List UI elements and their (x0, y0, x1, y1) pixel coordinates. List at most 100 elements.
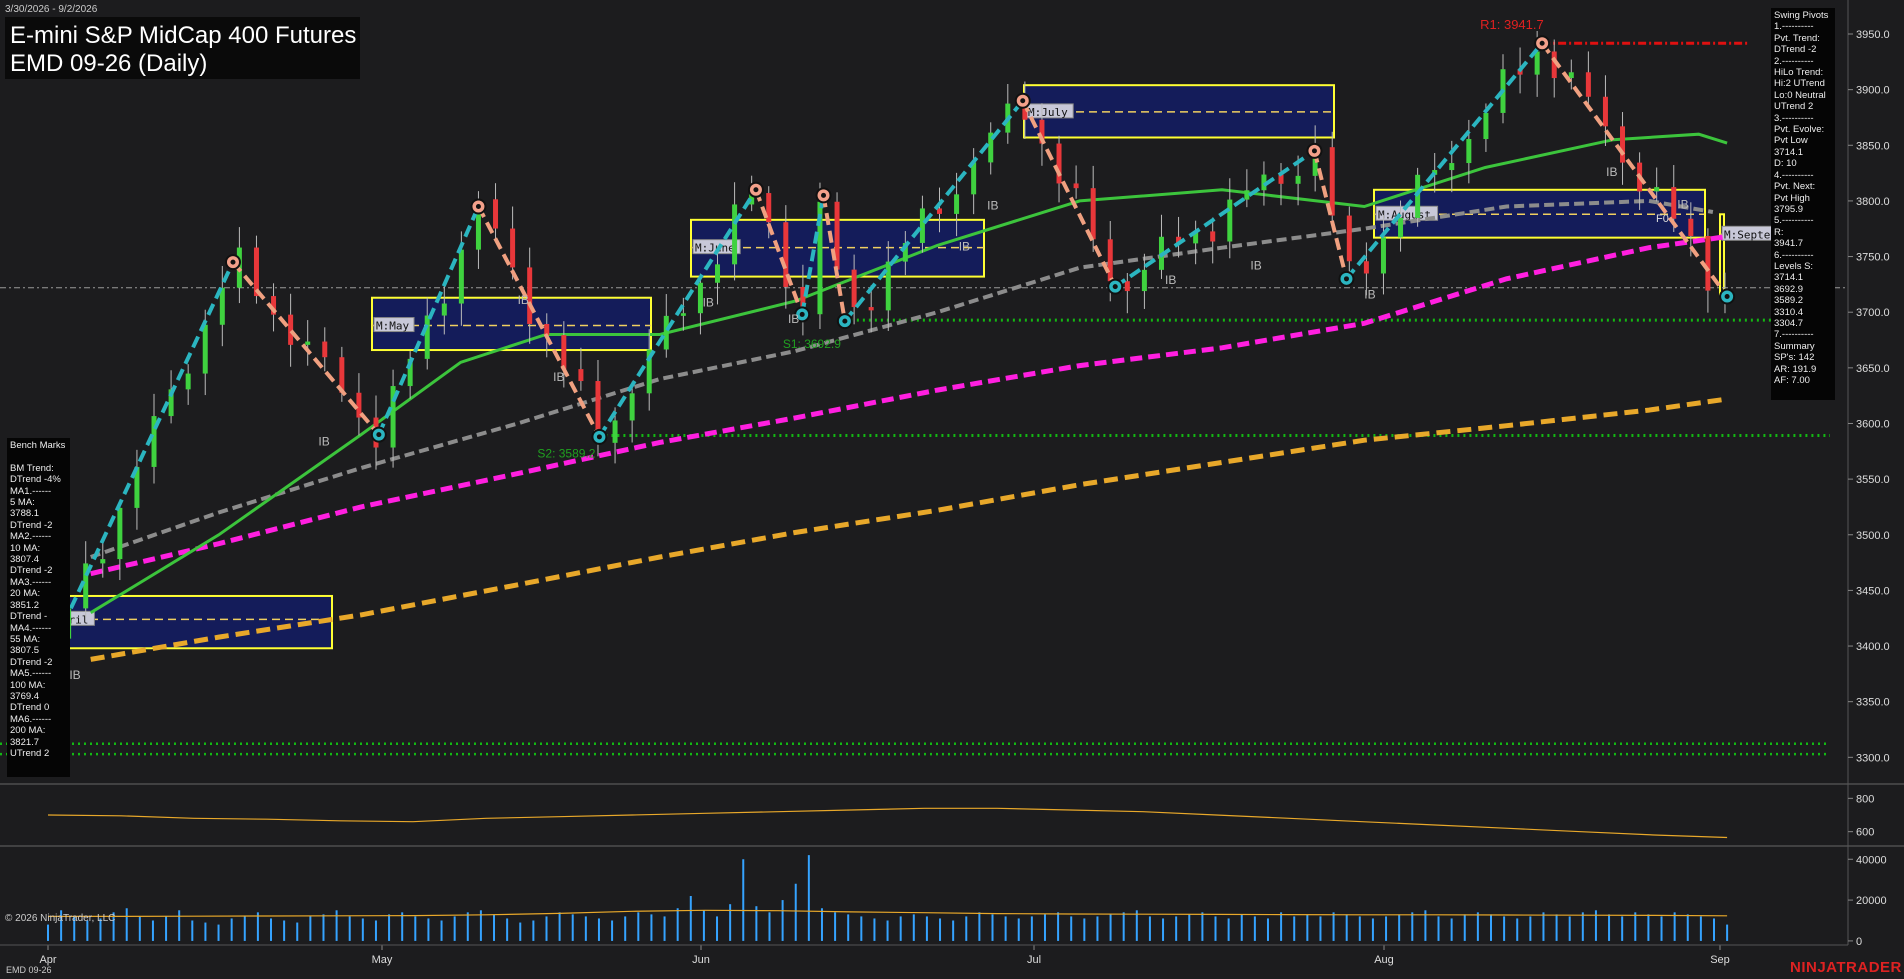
candle-body (100, 559, 106, 564)
candle-body (1449, 163, 1455, 171)
label-ib: IB (1165, 273, 1176, 287)
swing-pivot-dot (842, 318, 848, 324)
candle-body (1056, 143, 1062, 184)
candle-body (885, 261, 891, 311)
price-chart: 3950.0 3900.0 3850.0 3800.0 3750.0 3700.0 3650… (0, 0, 1904, 966)
volume-y-label: 20000 (1856, 895, 1887, 907)
candle-body (1244, 190, 1250, 200)
candle-body (1295, 175, 1301, 184)
candle-body (1705, 235, 1711, 291)
swing-pivot-dot (1539, 40, 1545, 46)
candle-body (1671, 187, 1677, 219)
swing-pivot-dot (1724, 294, 1730, 300)
label-ib: IB (987, 199, 998, 213)
candle-body (1090, 188, 1096, 240)
swing-pivot-dot (1311, 148, 1317, 154)
candle-body (1363, 261, 1369, 274)
swing-pivot-dot (1343, 276, 1349, 282)
y-tick-label: 3600.0 (1856, 418, 1890, 430)
y-tick-label: 3300.0 (1856, 752, 1890, 764)
chart-window: { "header": { "date_range": "3/30/2026 -… (0, 0, 1904, 979)
label-ib: IB (1677, 197, 1688, 211)
candle-body (1346, 215, 1352, 262)
y-tick-label: 3550.0 (1856, 474, 1890, 486)
symbol-label: EMD 09-26 (6, 965, 52, 975)
candle-body (1210, 231, 1216, 242)
label-ib: IB (1364, 288, 1375, 302)
indicator-panel (0, 785, 1848, 845)
label-ib: IB (788, 312, 799, 326)
x-tick-label: Sep (1710, 954, 1730, 966)
candle-body (1483, 112, 1489, 140)
candle-body (578, 369, 584, 382)
y-tick-label: 3350.0 (1856, 697, 1890, 709)
candle-body (919, 208, 925, 243)
copyright: © 2026 NinjaTrader, LLC (5, 913, 116, 924)
y-tick-label: 3850.0 (1856, 140, 1890, 152)
bench-marks-panel: Bench Marks BM Trend: DTrend -4% MA1.---… (7, 438, 70, 777)
swing-pivot-dot (475, 203, 481, 209)
swing-pivot-dot (376, 432, 382, 438)
candle-body (441, 303, 447, 316)
label-ib: IB (69, 668, 80, 682)
candle-body (663, 315, 669, 350)
candle-body (971, 162, 977, 195)
y-tick-label: 3800.0 (1856, 196, 1890, 208)
candle-body (561, 335, 567, 370)
swing-pivots-panel: Swing Pivots 1.---------- Pvt. Trend: DT… (1771, 8, 1835, 400)
candle-body (493, 199, 499, 229)
indicator-y-label: 600 (1856, 827, 1874, 839)
candle-body (1688, 218, 1694, 236)
candle-body (1585, 72, 1591, 97)
candle-body (185, 373, 191, 390)
candle-body (117, 507, 123, 560)
candle-body (1398, 217, 1404, 238)
y-tick-label: 3400.0 (1856, 641, 1890, 653)
month-box-label: M:July (1028, 106, 1068, 119)
x-tick-label: Jun (692, 954, 710, 966)
swing-pivot-dot (596, 434, 602, 440)
date-range: 3/30/2026 - 9/2/2026 (5, 4, 98, 15)
volume-y-label: 0 (1856, 936, 1862, 948)
candle-body (202, 324, 208, 374)
volume-y-label: 40000 (1856, 854, 1887, 866)
candle-body (1073, 183, 1079, 189)
candle-body (1107, 239, 1113, 282)
candle-body (1141, 269, 1147, 292)
candle-body (1568, 72, 1574, 79)
y-tick-label: 3500.0 (1856, 530, 1890, 542)
candle-body (1227, 199, 1233, 242)
chart-title: E-mini S&P MidCap 400 Futures (10, 22, 357, 49)
candle-body (851, 269, 857, 308)
candle-body (954, 194, 960, 214)
label-r1: R1: 3941.7 (1480, 17, 1544, 32)
candle-body (510, 228, 516, 268)
candle-body (766, 193, 772, 223)
candle-body (612, 420, 618, 443)
label-ib: IB (553, 370, 564, 384)
label-ib: IB (318, 434, 329, 448)
candle-body (1602, 96, 1608, 127)
x-tick-label: Aug (1374, 954, 1394, 966)
candle-body (732, 204, 738, 265)
indicator-y-label: 800 (1856, 793, 1874, 805)
candle-body (868, 307, 874, 311)
label-ib: IB (518, 293, 529, 307)
label-ib: IB (703, 295, 714, 309)
candle-body (629, 393, 635, 421)
candle-body (1466, 139, 1472, 164)
candle-body (1620, 126, 1626, 163)
y-tick-label: 3750.0 (1856, 252, 1890, 264)
y-tick-label: 3900.0 (1856, 85, 1890, 97)
label-s1: S1: 3692.9 (783, 337, 841, 351)
candle-body (715, 264, 721, 283)
swing-pivot-dot (230, 259, 236, 265)
candle-body (1124, 281, 1130, 292)
swing-pivot-dot (821, 192, 827, 198)
month-box-label: M:August (1378, 208, 1431, 221)
candle-body (680, 313, 686, 316)
swing-pivot-dot (799, 311, 805, 317)
label-ib: IB (1606, 165, 1617, 179)
volume-panel (0, 847, 1848, 945)
candle-body (1329, 147, 1335, 216)
